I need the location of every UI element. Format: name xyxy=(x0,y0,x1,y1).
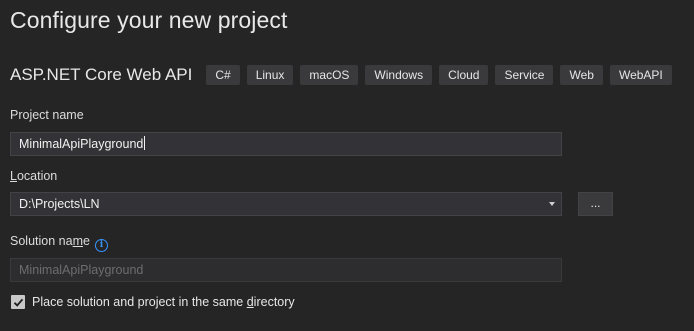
same-directory-label: Place solution and project in the same d… xyxy=(32,295,295,309)
tag-csharp: C# xyxy=(206,65,240,85)
template-row: ASP.NET Core Web API C# Linux macOS Wind… xyxy=(10,64,672,86)
tag-cloud: Cloud xyxy=(439,65,489,85)
project-name-label: Project name xyxy=(10,108,84,122)
tag-web: Web xyxy=(560,65,603,85)
solution-name-label-suffix: e xyxy=(82,234,90,248)
solution-name-label-prefix: Solution na xyxy=(10,234,73,248)
text-caret xyxy=(144,136,146,150)
location-label-accesskey: L xyxy=(10,169,17,183)
tag-webapi: WebAPI xyxy=(609,65,672,85)
solution-name-input: MinimalApiPlayground xyxy=(10,258,562,282)
same-directory-label-accesskey: d xyxy=(246,295,254,309)
project-name-input[interactable]: MinimalApiPlayground xyxy=(10,132,562,156)
same-directory-label-prefix: Place solution and project in the same xyxy=(32,295,247,309)
location-label-rest: ocation xyxy=(16,169,58,183)
solution-name-label-accesskey: m xyxy=(72,234,83,248)
info-icon[interactable]: i xyxy=(94,239,108,252)
same-directory-checkbox[interactable] xyxy=(11,295,25,309)
same-directory-option[interactable]: Place solution and project in the same d… xyxy=(11,295,295,309)
browse-button[interactable]: ... xyxy=(578,192,613,216)
location-value: D:\Projects\LN xyxy=(19,197,100,211)
tag-linux: Linux xyxy=(246,65,294,85)
chevron-down-icon[interactable] xyxy=(549,202,555,206)
template-tags: C# Linux macOS Windows Cloud Service Web… xyxy=(206,65,672,85)
project-name-value: MinimalApiPlayground xyxy=(19,137,144,151)
checkmark-icon xyxy=(13,298,23,307)
tag-macos: macOS xyxy=(300,65,359,85)
solution-name-value: MinimalApiPlayground xyxy=(19,263,144,277)
solution-name-label: Solution name i xyxy=(10,234,108,252)
template-name: ASP.NET Core Web API xyxy=(10,65,193,84)
tag-service: Service xyxy=(495,65,554,85)
location-label: Location xyxy=(10,169,57,183)
location-combobox[interactable]: D:\Projects\LN xyxy=(10,192,562,216)
tag-windows: Windows xyxy=(365,65,433,85)
page-title: Configure your new project xyxy=(10,7,288,33)
same-directory-label-suffix: irectory xyxy=(253,295,295,309)
